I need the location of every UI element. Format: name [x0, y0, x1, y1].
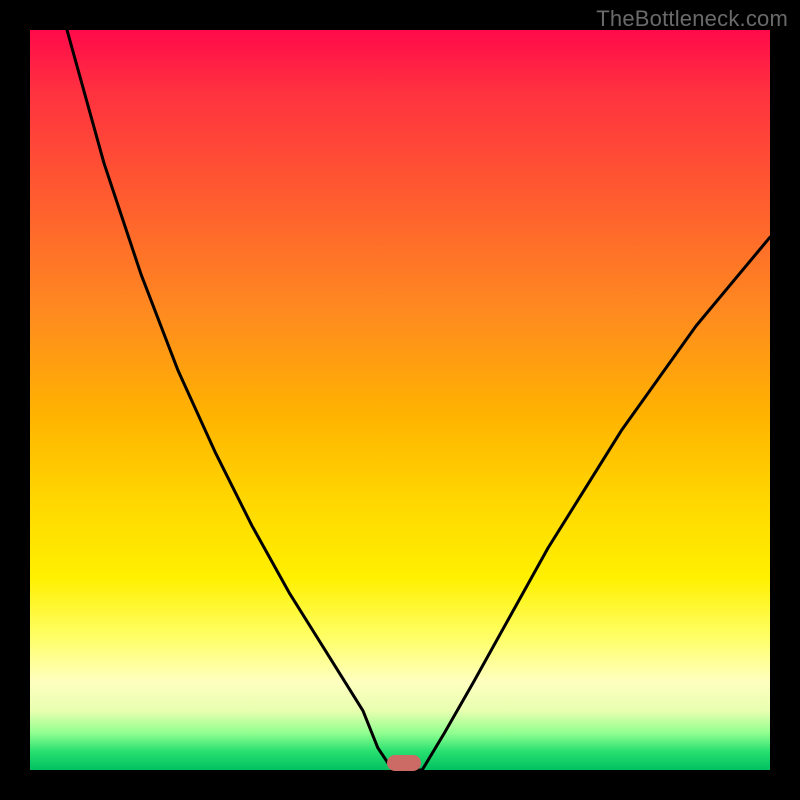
plot-area [30, 30, 770, 770]
chart-frame: TheBottleneck.com [0, 0, 800, 800]
bottleneck-curve [30, 30, 770, 770]
optimum-marker [387, 755, 421, 771]
watermark-text: TheBottleneck.com [596, 6, 788, 32]
